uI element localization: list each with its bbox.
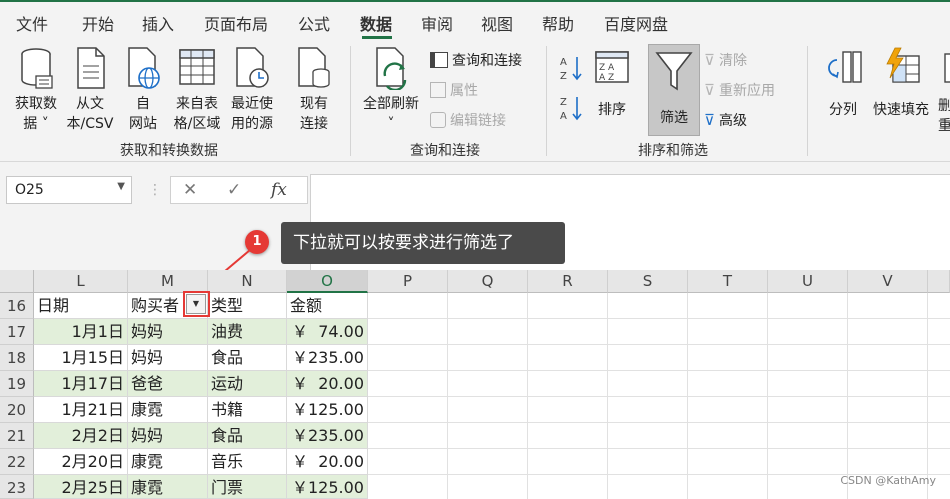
column-header-M[interactable]: M (128, 270, 208, 293)
table-cell-amount[interactable]: ￥125.00 (287, 397, 368, 423)
table-cell-buyer[interactable]: 康霓 (128, 397, 208, 423)
column-header-more[interactable] (928, 270, 950, 293)
table-cell-buyer[interactable]: 康霓 (128, 449, 208, 475)
table-cell-date[interactable]: 2月20日 (34, 449, 128, 475)
table-cell-buyer[interactable]: 妈妈 (128, 345, 208, 371)
table-cell-type[interactable]: 油费 (208, 319, 287, 345)
gridline (368, 422, 950, 423)
column-header-Q[interactable]: Q (448, 270, 528, 293)
column-header-O[interactable]: O (287, 270, 368, 293)
table-cell-type[interactable]: 门票 (208, 475, 287, 499)
table-cell-date[interactable]: 1月1日 (34, 319, 128, 345)
table-cell-amount[interactable]: ￥ 20.00 (287, 449, 368, 475)
table-cell-date[interactable]: 2月2日 (34, 423, 128, 449)
row-header-21[interactable]: 21 (0, 423, 34, 449)
select-all-corner[interactable] (0, 270, 34, 293)
filter-dropdown-highlight (183, 291, 210, 317)
table-cell-date[interactable]: 2月25日 (34, 475, 128, 499)
gridline (368, 448, 950, 449)
column-header-L[interactable]: L (34, 270, 128, 293)
table-cell-buyer[interactable]: 妈妈 (128, 319, 208, 345)
header-cell-date[interactable]: 日期 (34, 293, 128, 319)
table-cell-amount[interactable]: ￥ 74.00 (287, 319, 368, 345)
table-cell-amount[interactable]: ￥235.00 (287, 423, 368, 449)
table-cell-date[interactable]: 1月17日 (34, 371, 128, 397)
column-header-U[interactable]: U (768, 270, 848, 293)
row-header-20[interactable]: 20 (0, 397, 34, 423)
watermark: CSDN @KathAmy (840, 474, 936, 487)
column-header-T[interactable]: T (688, 270, 768, 293)
header-cell-amount[interactable]: 金额 (287, 293, 368, 319)
table-cell-amount[interactable]: ￥125.00 (287, 475, 368, 499)
table-cell-amount[interactable]: ￥ 20.00 (287, 371, 368, 397)
row-header-19[interactable]: 19 (0, 371, 34, 397)
gridline (368, 344, 950, 345)
gridline (368, 396, 950, 397)
column-header-S[interactable]: S (608, 270, 688, 293)
table-cell-type[interactable]: 运动 (208, 371, 287, 397)
table-cell-type[interactable]: 食品 (208, 423, 287, 449)
table-cell-type[interactable]: 音乐 (208, 449, 287, 475)
table-cell-date[interactable]: 1月15日 (34, 345, 128, 371)
row-header-18[interactable]: 18 (0, 345, 34, 371)
header-cell-type[interactable]: 类型 (208, 293, 287, 319)
table-cell-date[interactable]: 1月21日 (34, 397, 128, 423)
column-header-P[interactable]: P (368, 270, 448, 293)
table-cell-type[interactable]: 食品 (208, 345, 287, 371)
row-header-23[interactable]: 23 (0, 475, 34, 499)
table-cell-buyer[interactable]: 康霓 (128, 475, 208, 499)
column-header-V[interactable]: V (848, 270, 928, 293)
table-cell-buyer[interactable]: 妈妈 (128, 423, 208, 449)
table-cell-type[interactable]: 书籍 (208, 397, 287, 423)
row-header-16[interactable]: 16 (0, 293, 34, 319)
table-cell-amount[interactable]: ￥235.00 (287, 345, 368, 371)
column-header-R[interactable]: R (528, 270, 608, 293)
row-header-22[interactable]: 22 (0, 449, 34, 475)
row-header-17[interactable]: 17 (0, 319, 34, 345)
column-header-N[interactable]: N (208, 270, 287, 293)
gridline (368, 318, 950, 319)
table-cell-buyer[interactable]: 爸爸 (128, 371, 208, 397)
gridline (368, 370, 950, 371)
